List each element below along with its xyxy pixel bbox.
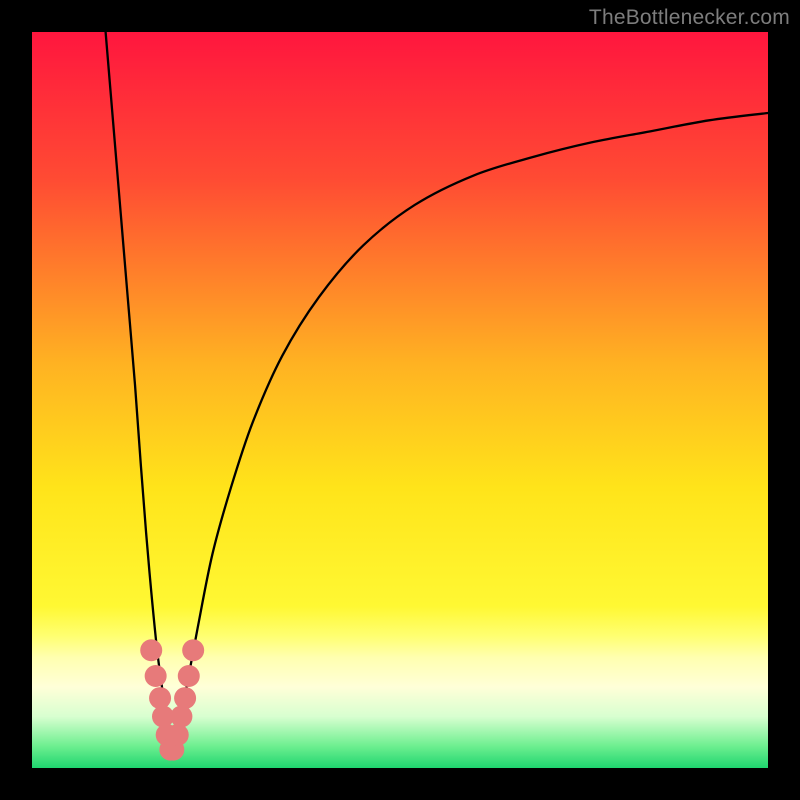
chart-frame: TheBottlenecker.com [0, 0, 800, 800]
valley-marker [182, 639, 204, 661]
chart-svg [32, 32, 768, 768]
gradient-background [32, 32, 768, 768]
valley-marker [174, 687, 196, 709]
valley-marker [167, 724, 189, 746]
valley-marker [140, 639, 162, 661]
valley-marker [149, 687, 171, 709]
valley-marker [145, 665, 167, 687]
watermark-text: TheBottlenecker.com [589, 6, 790, 30]
plot-area [32, 32, 768, 768]
valley-marker [178, 665, 200, 687]
valley-marker [170, 705, 192, 727]
